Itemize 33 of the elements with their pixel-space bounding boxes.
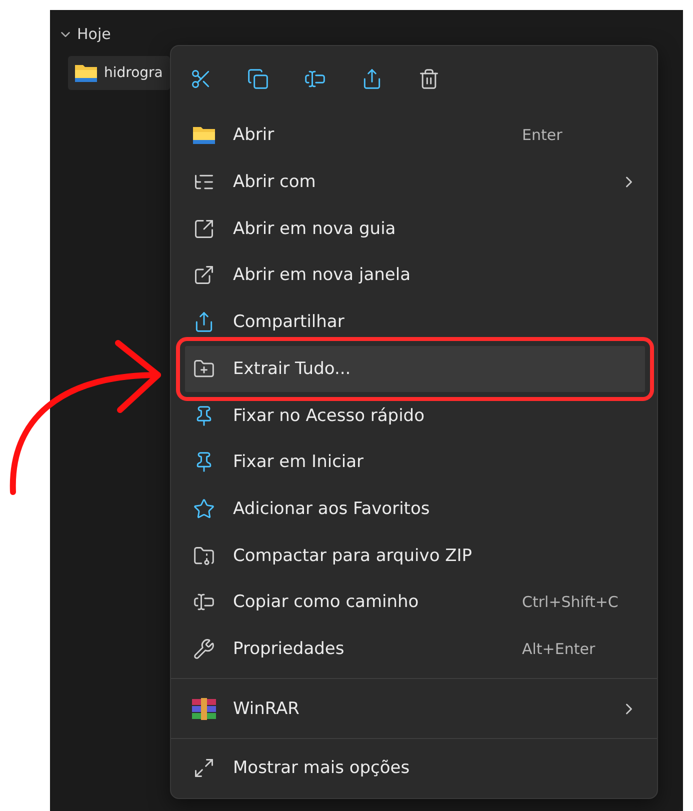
folder-icon — [74, 63, 98, 83]
cut-icon — [190, 68, 212, 90]
delete-icon — [418, 68, 440, 90]
menu-item[interactable]: Abrir em nova guia — [176, 205, 654, 252]
menu-item[interactable]: Copiar como caminho Ctrl+Shift+C — [176, 579, 654, 626]
rename-icon — [304, 68, 326, 90]
share-icon — [361, 68, 383, 90]
menu-item[interactable]: Abrir com — [176, 158, 654, 206]
archive-icon — [192, 698, 216, 720]
menu-item[interactable]: Mostrar mais opções — [176, 745, 654, 792]
menu-item[interactable]: Fixar em Iniciar — [176, 438, 654, 486]
copy-icon — [247, 68, 269, 90]
star-icon — [193, 498, 215, 520]
new-tab-icon — [193, 218, 215, 240]
folder-plus-icon — [193, 358, 215, 380]
expand-icon — [193, 757, 215, 780]
wrench-icon — [193, 638, 215, 660]
group-header[interactable]: Hoje — [77, 25, 111, 43]
share-icon — [193, 311, 215, 334]
shortcut-text: Ctrl+Shift+C — [522, 593, 620, 612]
file-item[interactable]: hidrogra — [68, 56, 170, 90]
folder-icon — [192, 125, 216, 146]
shortcut-text: Alt+Enter — [522, 640, 596, 658]
menu-item[interactable]: Abrir Enter — [176, 112, 654, 159]
zip-folder-icon — [193, 544, 215, 567]
menu-item[interactable]: Abrir em nova janela — [176, 252, 654, 299]
menu-item[interactable]: Extrair Tudo... — [176, 336, 654, 401]
menu-item[interactable]: Adicionar aos Favoritos — [176, 486, 654, 532]
new-window-icon — [193, 264, 215, 286]
shortcut-text: Enter — [522, 126, 564, 144]
menu-item[interactable]: Propriedades Alt+Enter — [176, 626, 654, 672]
menu-item[interactable]: Compactar para arquivo ZIP — [176, 532, 654, 579]
menu-item[interactable]: WinRAR — [176, 685, 654, 732]
